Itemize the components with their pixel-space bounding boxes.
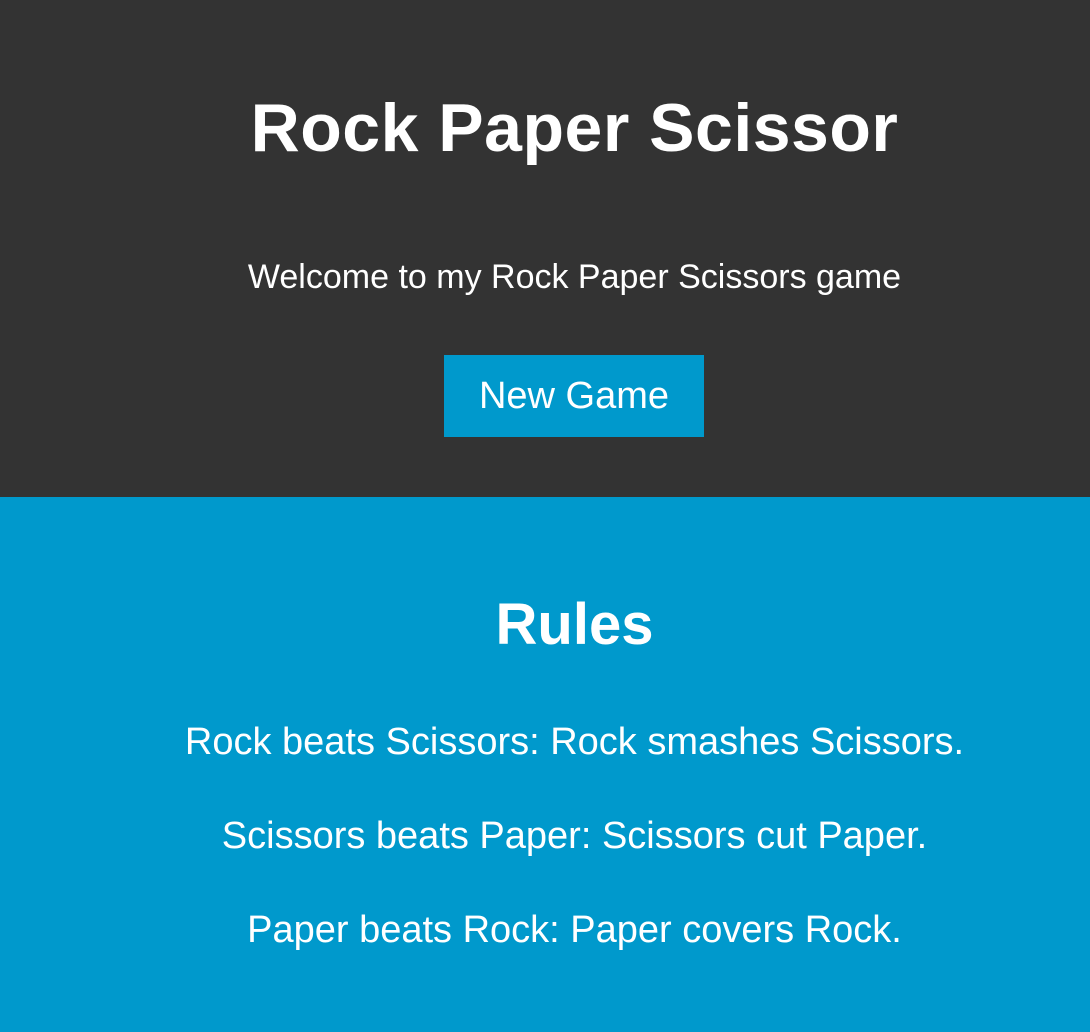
new-game-button[interactable]: New Game — [444, 355, 704, 437]
welcome-text: Welcome to my Rock Paper Scissors game — [247, 258, 902, 296]
rules-section: Rules Rock beats Scissors: Rock smashes … — [0, 497, 1090, 1032]
rules-title: Rules — [495, 592, 654, 657]
page-title: Rock Paper Scissor — [250, 90, 899, 166]
rule-item: Scissors beats Paper: Scissors cut Paper… — [221, 815, 928, 857]
rule-item: Rock beats Scissors: Rock smashes Scisso… — [184, 721, 965, 763]
rule-item: Paper beats Rock: Paper covers Rock. — [247, 909, 902, 951]
hero-section: Rock Paper Scissor Welcome to my Rock Pa… — [0, 0, 1090, 497]
